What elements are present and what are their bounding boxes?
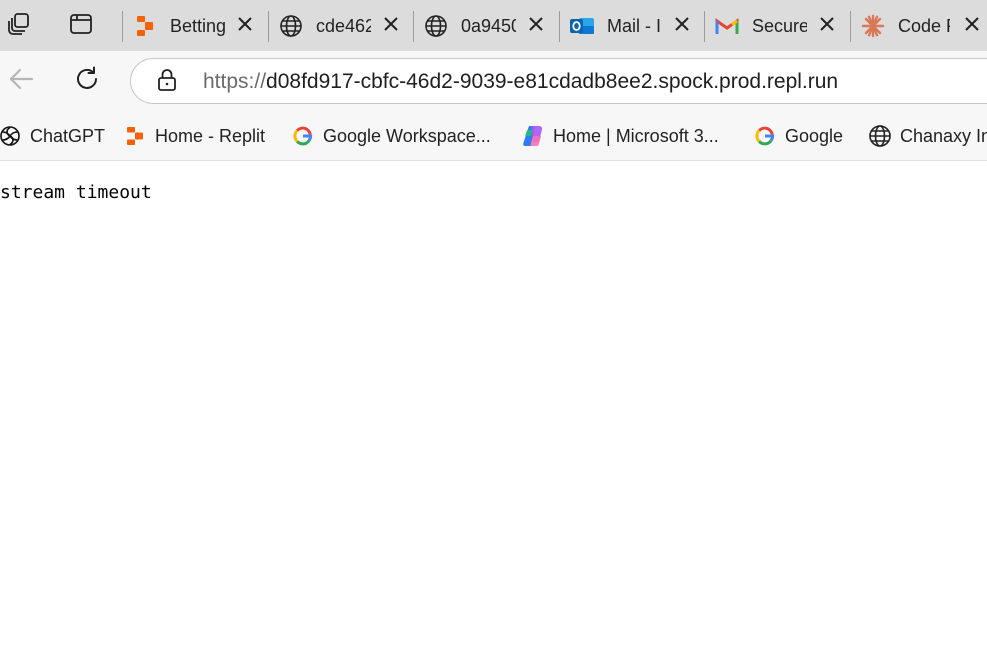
tab-title: cde462 xyxy=(316,16,371,36)
close-icon xyxy=(529,16,543,36)
workspaces-button[interactable] xyxy=(2,9,36,43)
page-content: stream timeout xyxy=(0,162,987,648)
address-bar[interactable]: https://d08fd917-cbfc-46d2-9039-e81cdadb… xyxy=(130,58,987,104)
close-tab-button[interactable] xyxy=(816,15,838,37)
tab-title: Code F xyxy=(898,16,950,36)
close-tab-button[interactable] xyxy=(525,15,547,37)
url-text[interactable]: https://d08fd917-cbfc-46d2-9039-e81cdadb… xyxy=(203,70,838,94)
bookmark-label: ChatGPT xyxy=(30,126,106,146)
chatgpt-icon xyxy=(0,124,22,148)
bookmark-label: Google xyxy=(785,126,844,146)
site-info-button[interactable] xyxy=(149,68,185,97)
globe-icon xyxy=(278,13,304,39)
tab-title: 0a9450 xyxy=(461,16,516,36)
close-icon xyxy=(384,16,398,36)
bookmark-chanaxy[interactable]: Chanaxy In xyxy=(868,122,987,150)
close-icon xyxy=(238,16,252,36)
tab-separator xyxy=(268,11,269,42)
bookmark-home-replit[interactable]: Home - Replit xyxy=(123,122,265,150)
tab-title: Betting xyxy=(170,16,225,36)
tab-actions-button[interactable] xyxy=(64,9,98,43)
tab-code[interactable]: Code F xyxy=(850,0,987,51)
tab-strip: Betting cde462 0a9450 Mail - I Secure Co… xyxy=(0,0,987,51)
close-tab-button[interactable] xyxy=(671,15,693,37)
tab-title: Mail - I xyxy=(607,16,661,36)
replit-icon xyxy=(123,124,147,148)
tab-separator xyxy=(704,11,705,42)
url-host: d08fd917-cbfc-46d2-9039-e81cdadb8ee2.spo… xyxy=(266,70,839,93)
back-arrow-icon xyxy=(8,68,34,95)
bookmark-chatgpt[interactable]: ChatGPT xyxy=(0,122,105,150)
refresh-button[interactable] xyxy=(69,63,105,99)
close-tab-button[interactable] xyxy=(380,15,402,37)
tab-separator xyxy=(850,11,851,42)
close-icon xyxy=(820,16,834,36)
tab-separator xyxy=(559,11,560,42)
tab-separator xyxy=(122,11,123,42)
tab-0a9450[interactable]: 0a9450 xyxy=(413,0,559,51)
navigation-bar: https://d08fd917-cbfc-46d2-9039-e81cdadb… xyxy=(0,51,987,111)
copilot-icon xyxy=(521,124,545,148)
close-icon xyxy=(965,16,979,36)
bookmark-label: Home | Microsoft 3... xyxy=(553,126,719,146)
tab-secure[interactable]: Secure xyxy=(704,0,850,51)
back-button[interactable] xyxy=(3,63,39,99)
globe-icon xyxy=(423,13,449,39)
workspaces-icon xyxy=(6,11,32,42)
gmail-icon xyxy=(714,13,740,39)
claude-icon xyxy=(860,13,886,39)
lock-icon xyxy=(157,68,177,97)
bookmark-label: Chanaxy In xyxy=(900,126,987,146)
tab-betting[interactable]: Betting xyxy=(122,0,268,51)
globe-icon xyxy=(868,124,892,148)
bookmark-google-workspace[interactable]: Google Workspace... xyxy=(291,122,491,150)
google-icon xyxy=(291,124,315,148)
close-tab-button[interactable] xyxy=(961,15,983,37)
bookmarks-bar: ChatGPT Home - Replit Google Workspace..… xyxy=(0,111,987,161)
close-tab-button[interactable] xyxy=(234,15,256,37)
tab-title: Secure xyxy=(752,16,807,36)
replit-icon xyxy=(132,13,158,39)
url-scheme: https:// xyxy=(203,70,267,93)
bookmark-microsoft-365[interactable]: Home | Microsoft 3... xyxy=(521,122,719,150)
outlook-icon xyxy=(569,13,595,39)
bookmark-label: Google Workspace... xyxy=(323,126,491,146)
tab-mail[interactable]: Mail - I xyxy=(559,0,704,51)
refresh-icon xyxy=(74,66,100,97)
tab-cde462[interactable]: cde462 xyxy=(268,0,413,51)
bookmark-google[interactable]: Google xyxy=(753,122,843,150)
close-icon xyxy=(675,16,689,36)
tab-actions-icon xyxy=(69,12,93,41)
tab-separator xyxy=(413,11,414,42)
error-message: stream timeout xyxy=(0,182,152,203)
google-icon xyxy=(753,124,777,148)
bookmark-label: Home - Replit xyxy=(155,126,266,146)
